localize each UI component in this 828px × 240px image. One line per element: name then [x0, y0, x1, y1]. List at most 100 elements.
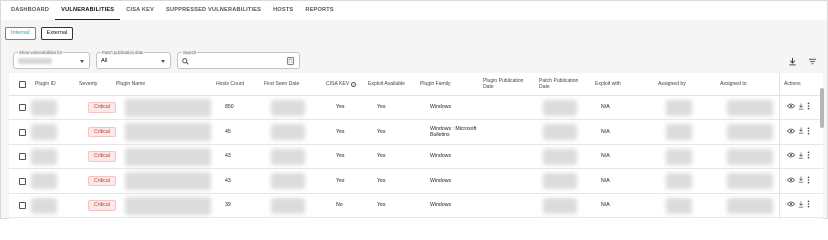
download-icon[interactable] [798, 103, 804, 113]
header-exploit-with[interactable]: Exploit with [595, 73, 621, 95]
row-checkbox[interactable] [19, 202, 26, 209]
info-icon[interactable]: i [351, 81, 357, 87]
plugin-id-cell [31, 194, 57, 217]
table-row[interactable]: Critical 850 Yes Yes Windows N/A [9, 96, 823, 120]
plugin-name-redacted [125, 98, 211, 117]
download-icon[interactable] [798, 201, 804, 211]
more-vert-icon[interactable] [807, 151, 810, 162]
header-exploit-available[interactable]: Exploit Available [368, 73, 405, 95]
more-vert-icon[interactable] [807, 176, 810, 187]
tab-cisa-kev[interactable]: CISA KEV [120, 0, 160, 20]
assigned-by-redacted [666, 99, 692, 116]
tab-reports[interactable]: REPORTS [299, 0, 339, 20]
search-label: Search [182, 50, 198, 55]
row-checkbox[interactable] [19, 128, 26, 136]
plugin-family-cell: Windows [430, 104, 452, 111]
plugin-name-cell[interactable] [125, 145, 211, 168]
patch-date-value: All [101, 58, 108, 64]
patch-date-select[interactable]: Patch publication date All [96, 50, 171, 69]
row-checkbox[interactable] [19, 153, 26, 160]
assigned-by-redacted [666, 148, 692, 165]
plugin-id-cell [31, 145, 57, 168]
header-plugin-publication-date[interactable]: Plugin Publication Date [483, 73, 528, 95]
row-actions [786, 170, 810, 193]
plugin-publication-redacted [543, 197, 577, 214]
assigned-by-cell [666, 170, 692, 193]
cisa-kev-cell: Yes [336, 177, 345, 184]
row-checkbox[interactable] [19, 104, 26, 111]
first-seen-cell [271, 96, 305, 119]
calculator-icon[interactable] [287, 57, 294, 67]
filter-icon[interactable] [808, 57, 817, 68]
table-row[interactable]: Critical 43 Yes Yes Windows N/A [9, 145, 823, 169]
table-scrollbar[interactable] [820, 88, 824, 128]
eye-icon[interactable] [786, 201, 796, 210]
plugin-id-redacted [31, 124, 57, 140]
select-all-checkbox[interactable] [19, 80, 26, 88]
plugin-publication-cell [543, 194, 577, 217]
more-vert-icon[interactable] [807, 127, 810, 138]
header-hosts-count[interactable]: Hosts Count [216, 73, 244, 95]
header-plugin-id[interactable]: Plugin ID [35, 73, 56, 95]
more-vert-icon[interactable] [807, 102, 810, 113]
cisa-kev-cell: Yes [336, 153, 345, 160]
severity-badge: Critical [88, 102, 116, 113]
header-cisa-kev[interactable]: CISA KEV i [326, 73, 357, 95]
severity-cell: Critical [88, 96, 116, 119]
tab-vulnerabilities[interactable]: VULNERABILITIES [55, 0, 121, 20]
eye-icon[interactable] [786, 128, 796, 137]
download-icon[interactable] [798, 127, 804, 137]
download-icon[interactable] [798, 176, 804, 186]
more-vert-icon[interactable] [807, 200, 810, 211]
tab-hosts[interactable]: HOSTS [267, 0, 299, 20]
header-assigned-to[interactable]: Assigned to [720, 73, 747, 95]
eye-icon[interactable] [786, 177, 796, 186]
external-button[interactable]: External [40, 27, 74, 40]
plugin-publication-cell [543, 170, 577, 193]
plugin-family-cell: Windows : Microsoft Bulletins [430, 125, 477, 139]
assigned-by-redacted [666, 197, 692, 214]
assigned-by-cell [666, 96, 692, 119]
first-seen-cell [271, 170, 305, 193]
hosts-count-cell: 850 [225, 104, 234, 111]
exploit-available-cell: Yes [377, 153, 386, 160]
row-actions [786, 194, 810, 217]
show-for-select[interactable]: Show vulnerabilities for [13, 50, 90, 69]
plugin-id-redacted [31, 99, 57, 116]
header-assigned-by[interactable]: Assigned by [658, 73, 686, 95]
download-icon[interactable] [798, 152, 804, 162]
search-input[interactable]: Search [177, 50, 300, 69]
severity-cell: Critical [88, 121, 116, 144]
table-row[interactable]: Critical 45 Yes Yes Windows : Microsoft … [9, 121, 823, 145]
hosts-count-cell: 43 [225, 153, 231, 160]
eye-icon[interactable] [786, 152, 796, 161]
plugin-id-cell [31, 96, 57, 119]
plugin-name-cell[interactable] [125, 170, 211, 193]
download-icon[interactable] [788, 57, 797, 68]
table-row[interactable]: Critical 39 No Yes Windows N/A [9, 194, 823, 218]
internal-button[interactable]: Internal [5, 27, 36, 40]
header-severity[interactable]: Severity [79, 73, 97, 95]
assigned-to-redacted [727, 124, 773, 140]
assigned-to-cell [727, 121, 773, 144]
assigned-by-redacted [666, 124, 692, 140]
row-checkbox[interactable] [19, 177, 26, 185]
header-plugin-name[interactable]: Plugin Name [116, 73, 145, 95]
eye-icon[interactable] [786, 103, 796, 112]
table-row[interactable]: Critical 43 Yes Yes Windows N/A [9, 170, 823, 194]
plugin-family-cell: Windows [430, 177, 452, 184]
plugin-name-redacted [125, 123, 211, 141]
plugin-name-cell[interactable] [125, 194, 211, 217]
plugin-name-redacted [125, 147, 211, 166]
plugin-name-cell[interactable] [125, 121, 211, 144]
tab-suppressed-vulnerabilities[interactable]: SUPPRESSED VULNERABILITIES [160, 0, 267, 20]
top-nav: DASHBOARD VULNERABILITIES CISA KEV SUPPR… [5, 0, 340, 20]
header-first-seen-date[interactable]: First Seen Date [264, 73, 299, 95]
header-plugin-family[interactable]: Plugin Family [420, 73, 451, 95]
exploit-available-cell: Yes [377, 128, 386, 135]
header-patch-publication-date[interactable]: Patch Publication Date [539, 73, 584, 95]
first-seen-cell [271, 145, 305, 168]
plugin-name-cell[interactable] [125, 96, 211, 119]
tab-dashboard[interactable]: DASHBOARD [5, 0, 55, 20]
exploit-with-cell: N/A [601, 128, 610, 135]
